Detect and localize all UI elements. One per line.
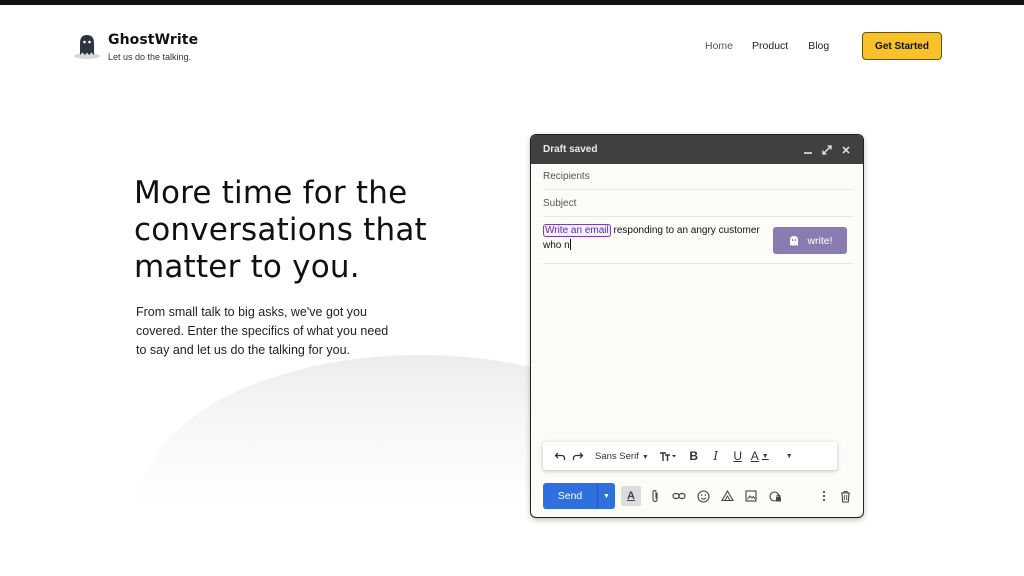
ghost-logo-icon [74, 35, 100, 59]
bold-icon[interactable]: B [685, 446, 703, 466]
emoji-icon[interactable] [693, 486, 713, 506]
nav-blog-link[interactable]: Blog [808, 40, 829, 52]
compose-window-controls [803, 144, 851, 155]
redo-icon[interactable] [569, 446, 587, 466]
send-options-icon[interactable]: ▼ [597, 483, 615, 509]
text-color-icon[interactable]: A ▼ [751, 446, 769, 466]
font-family-value: Sans Serif [595, 450, 639, 462]
email-body-input[interactable]: Write an email responding to an angry cu… [543, 223, 773, 253]
attach-icon[interactable] [645, 486, 665, 506]
body-divider [543, 263, 853, 264]
compose-tools: A [621, 486, 785, 506]
hero-title: More time for the conversations that mat… [134, 175, 427, 285]
brand-name: GhostWrite [108, 32, 199, 48]
compose-header: Draft saved [531, 135, 863, 164]
italic-icon[interactable]: I [707, 446, 725, 466]
more-formatting-icon[interactable]: ▼ [779, 446, 797, 466]
close-icon[interactable] [841, 145, 851, 155]
hero-description: From small talk to big asks, we've got y… [136, 305, 389, 357]
compose-action-bar: Send ▼ A [543, 483, 853, 509]
subject-field[interactable]: Subject [543, 191, 853, 217]
email-compose-window: Draft saved Recipients Subject Write an … [530, 134, 864, 518]
recipients-field[interactable]: Recipients [543, 164, 853, 190]
formatting-toolbar: Sans Serif ▼ B I U A ▼ ▼ [543, 442, 837, 470]
brand[interactable]: GhostWrite Let us do the talking. [72, 30, 198, 62]
send-button-label: Send [557, 490, 583, 502]
nav-home-link[interactable]: Home [705, 40, 733, 52]
chevron-down-icon: ▼ [761, 452, 769, 460]
write-button-label: write! [807, 234, 833, 247]
main-nav: Home Product Blog [705, 40, 829, 52]
discard-draft-icon[interactable] [837, 490, 853, 503]
minimize-icon[interactable] [803, 145, 813, 155]
ghost-icon [790, 235, 799, 246]
compose-status-title: Draft saved [543, 144, 598, 155]
nav-product-link[interactable]: Product [752, 40, 788, 52]
more-options-icon[interactable] [817, 490, 831, 503]
drive-icon[interactable] [717, 486, 737, 506]
compose-right-tools [817, 490, 853, 503]
brand-tagline: Let us do the talking. [108, 52, 192, 62]
formatting-options-icon[interactable]: A [621, 486, 641, 506]
undo-icon[interactable] [551, 446, 569, 466]
text-caret [569, 239, 571, 250]
font-family-select[interactable]: Sans Serif ▼ [595, 451, 649, 462]
top-border [0, 0, 1024, 5]
confidential-mode-icon[interactable] [765, 486, 785, 506]
get-started-button[interactable]: Get Started [862, 32, 942, 60]
prompt-highlight: Write an email [543, 224, 611, 237]
send-button[interactable]: Send ▼ [543, 483, 615, 509]
expand-icon[interactable] [822, 144, 832, 155]
text-size-icon[interactable] [659, 446, 677, 466]
insert-photo-icon[interactable] [741, 486, 761, 506]
link-icon[interactable] [669, 486, 689, 506]
underline-icon[interactable]: U [729, 446, 747, 466]
write-button[interactable]: write! [773, 227, 847, 254]
chevron-down-icon: ▼ [641, 453, 649, 461]
